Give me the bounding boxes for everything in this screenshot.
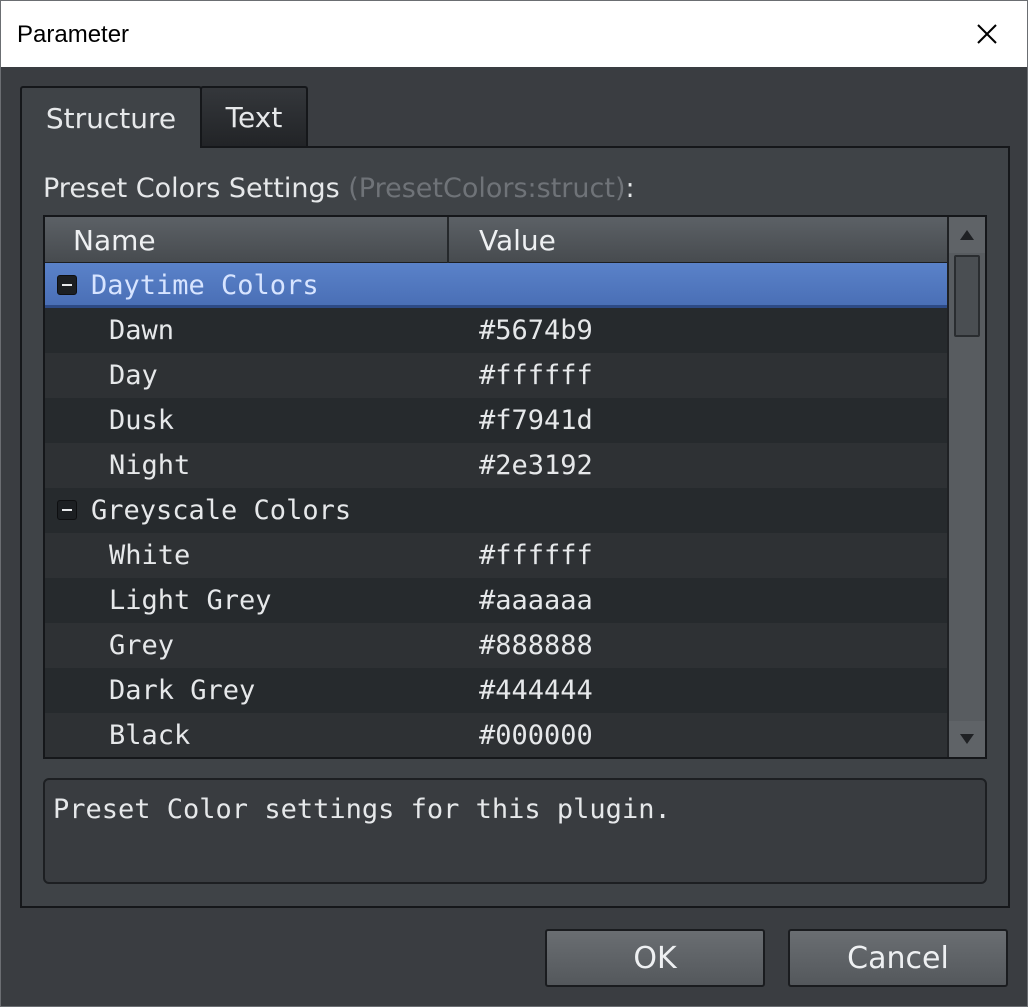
tree-row[interactable]: Day #ffffff xyxy=(45,353,949,398)
tab-text[interactable]: Text xyxy=(200,86,308,146)
item-name: Dark Grey xyxy=(109,675,256,706)
item-name: Black xyxy=(109,720,191,751)
item-value: #ffffff xyxy=(479,540,593,571)
vertical-scrollbar[interactable] xyxy=(947,217,985,757)
item-name: Dusk xyxy=(109,405,175,436)
item-value: #2e3192 xyxy=(479,450,593,481)
description-box: Preset Color settings for this plugin. xyxy=(43,778,987,884)
section-label: Preset Colors Settings (PresetColors:str… xyxy=(43,173,635,204)
item-value: #888888 xyxy=(479,630,593,661)
ok-button[interactable]: OK xyxy=(545,929,765,987)
group-label: Daytime Colors xyxy=(91,270,319,301)
section-suffix: : xyxy=(625,173,635,204)
item-name: Grey xyxy=(109,630,175,661)
section-title: Preset Colors Settings xyxy=(43,173,340,204)
tree-row[interactable]: Light Grey #aaaaaa xyxy=(45,578,949,623)
description-text: Preset Color settings for this plugin. xyxy=(53,794,671,825)
ok-button-label: OK xyxy=(633,940,677,976)
column-header-name-label: Name xyxy=(73,223,156,257)
item-name: Night xyxy=(109,450,191,481)
tree-row[interactable]: Dusk #f7941d xyxy=(45,398,949,443)
tree-group-row[interactable]: Greyscale Colors xyxy=(45,488,949,533)
cancel-button-label: Cancel xyxy=(847,940,949,976)
cancel-button[interactable]: Cancel xyxy=(788,929,1008,987)
tab-structure[interactable]: Structure xyxy=(20,86,202,148)
tab-structure-label: Structure xyxy=(45,101,177,135)
item-value: #000000 xyxy=(479,720,593,751)
item-value: #444444 xyxy=(479,675,593,706)
triangle-down-icon xyxy=(960,734,974,744)
tree-header: Name Value xyxy=(45,217,949,263)
tree-rows: Daytime Colors Dawn #5674b9 Day #ffffff … xyxy=(45,263,949,757)
tree-row[interactable]: White #ffffff xyxy=(45,533,949,578)
scroll-thumb[interactable] xyxy=(954,255,980,337)
close-button[interactable] xyxy=(947,1,1027,67)
tree-row[interactable]: Dawn #5674b9 xyxy=(45,308,949,353)
item-name: Day xyxy=(109,360,158,391)
minus-box-icon[interactable] xyxy=(57,275,77,295)
column-header-value[interactable]: Value xyxy=(451,217,949,263)
item-value: #ffffff xyxy=(479,360,593,391)
tree-row[interactable]: Dark Grey #444444 xyxy=(45,668,949,713)
column-header-value-label: Value xyxy=(479,223,556,257)
column-header-name[interactable]: Name xyxy=(45,217,449,263)
parameter-dialog: Parameter Structure Text Preset Colors S… xyxy=(0,0,1028,1007)
item-name: Dawn xyxy=(109,315,175,346)
tree-row[interactable]: Black #000000 xyxy=(45,713,949,757)
item-name: Light Grey xyxy=(109,585,272,616)
item-value: #f7941d xyxy=(479,405,593,436)
parameter-tree: Name Value Daytime Colors Dawn #5674b9 D… xyxy=(43,215,987,759)
close-icon xyxy=(977,24,997,44)
window-title: Parameter xyxy=(17,21,130,48)
section-hint: (PresetColors:struct) xyxy=(348,173,626,204)
minus-box-icon[interactable] xyxy=(57,500,77,520)
item-name: White xyxy=(109,540,191,571)
group-label: Greyscale Colors xyxy=(91,495,352,526)
tree-row[interactable]: Night #2e3192 xyxy=(45,443,949,488)
item-value: #5674b9 xyxy=(479,315,593,346)
tab-text-label: Text xyxy=(225,100,283,134)
title-bar: Parameter xyxy=(1,1,1027,67)
tree-group-row[interactable]: Daytime Colors xyxy=(45,263,949,308)
scroll-down-button[interactable] xyxy=(949,721,985,757)
item-value: #aaaaaa xyxy=(479,585,593,616)
triangle-up-icon xyxy=(960,230,974,240)
scroll-up-button[interactable] xyxy=(949,217,985,253)
tree-row[interactable]: Grey #888888 xyxy=(45,623,949,668)
